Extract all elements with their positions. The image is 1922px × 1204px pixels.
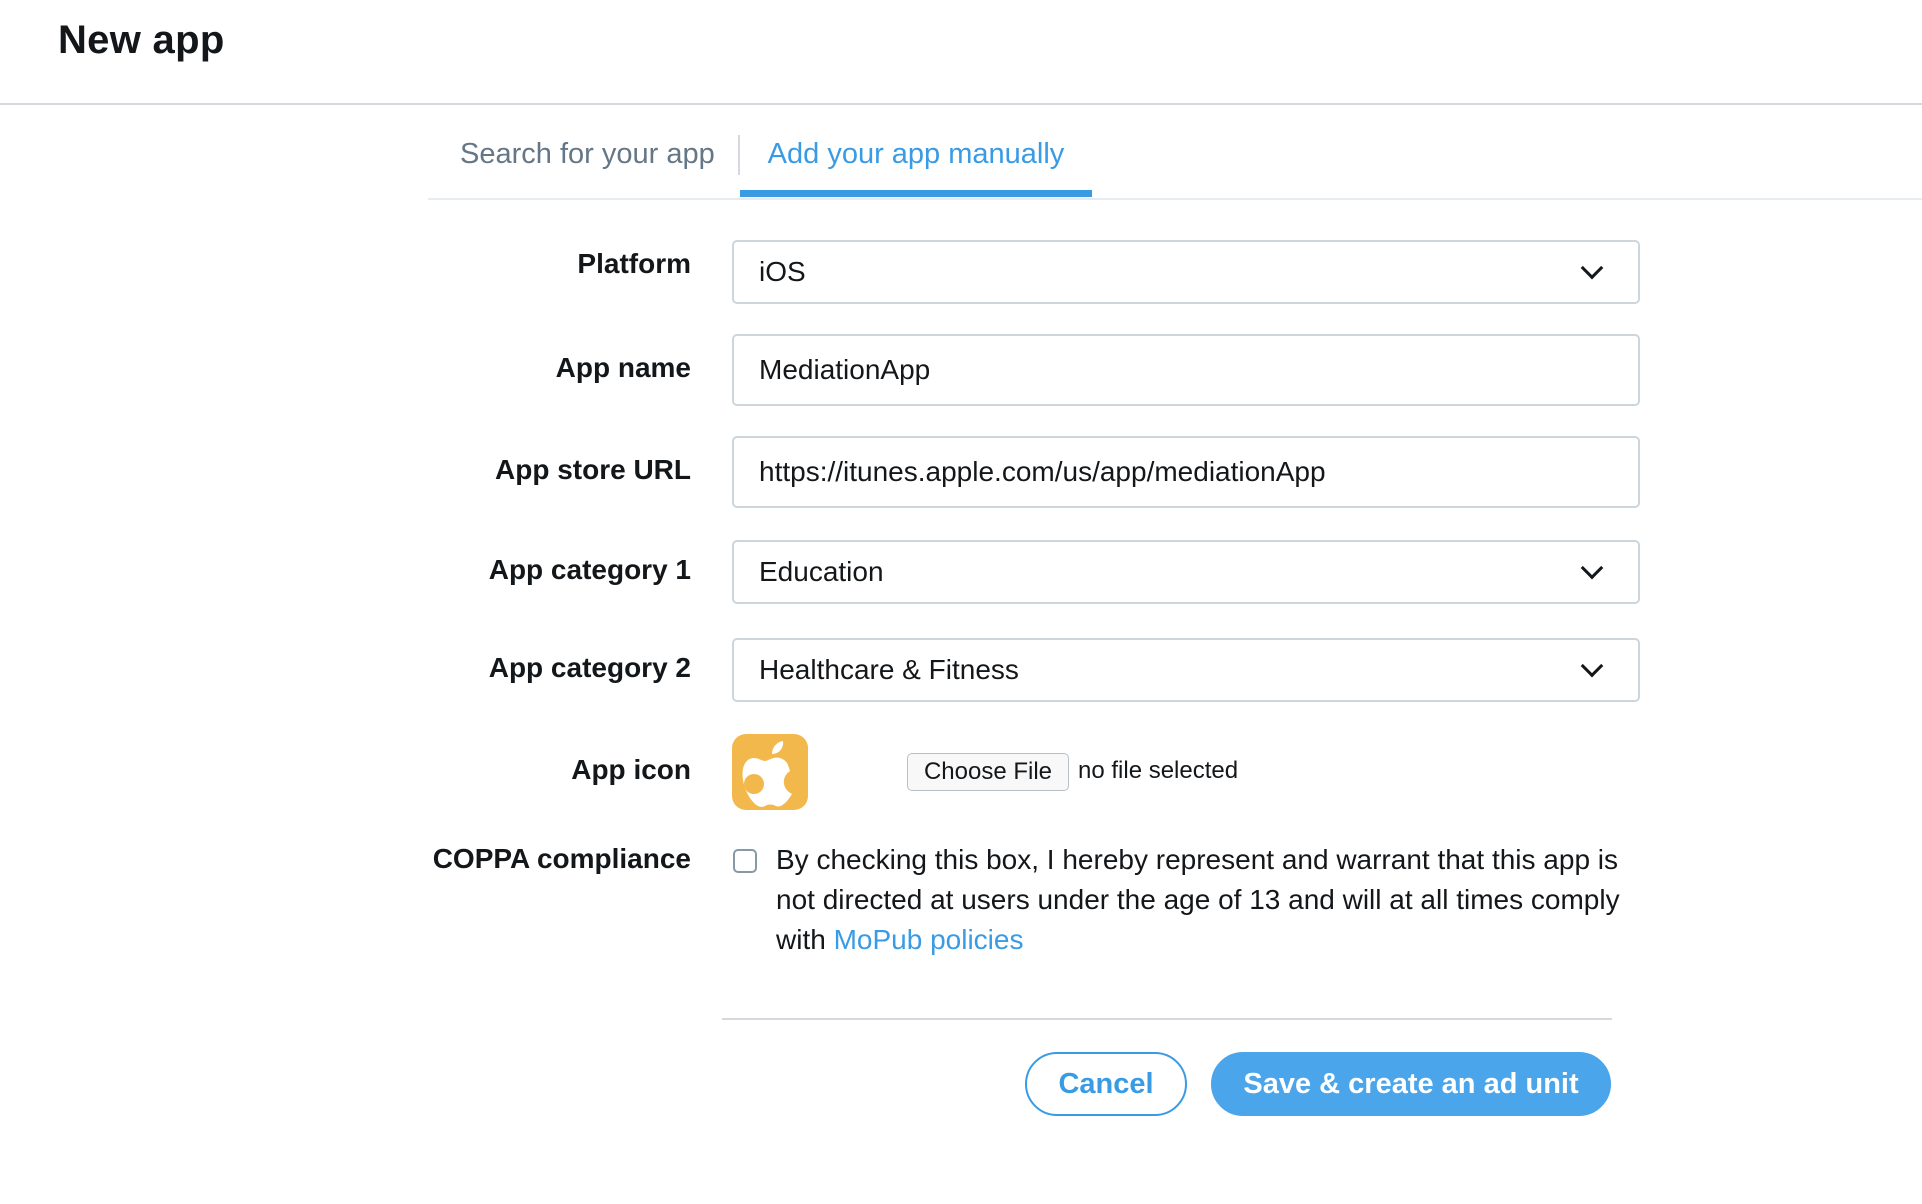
app-name-label: App name bbox=[555, 352, 691, 383]
app-store-url-input[interactable]: https://itunes.apple.com/us/app/mediatio… bbox=[732, 436, 1640, 508]
app-category-2-select-value: Healthcare & Fitness bbox=[759, 654, 1019, 685]
tab-add-your-app-manually[interactable]: Add your app manually bbox=[740, 108, 1092, 200]
file-status-text: no file selected bbox=[1078, 757, 1239, 784]
save-create-ad-unit-button[interactable]: Save & create an ad unit bbox=[1211, 1052, 1611, 1116]
choose-file-button[interactable]: Choose File bbox=[907, 753, 1069, 791]
app-category-1-select-value: Education bbox=[759, 556, 884, 587]
cancel-button[interactable]: Cancel bbox=[1025, 1052, 1187, 1116]
app-store-url-input-value: https://itunes.apple.com/us/app/mediatio… bbox=[759, 456, 1326, 487]
apple-logo-icon bbox=[742, 741, 792, 807]
platform-select[interactable]: iOS bbox=[732, 240, 1640, 304]
app-name-input-value: MediationApp bbox=[759, 354, 931, 385]
platform-select-value: iOS bbox=[759, 256, 806, 287]
page-title: New app bbox=[58, 18, 225, 62]
app-category-2-label: App category 2 bbox=[488, 652, 691, 683]
app-name-input[interactable]: MediationApp bbox=[732, 334, 1640, 406]
chevron-down-icon bbox=[1580, 556, 1604, 580]
footer-divider bbox=[722, 1018, 1612, 1020]
app-category-1-label: App category 1 bbox=[488, 554, 691, 585]
app-icon-preview bbox=[732, 734, 808, 810]
app-icon-label: App icon bbox=[571, 754, 691, 785]
tab-search-for-your-app[interactable]: Search for your app bbox=[460, 108, 715, 200]
chevron-down-icon bbox=[1580, 654, 1604, 678]
coppa-checkbox[interactable] bbox=[733, 849, 757, 873]
app-category-1-select[interactable]: Education bbox=[732, 540, 1640, 604]
coppa-description: By checking this box, I hereby represent… bbox=[776, 840, 1646, 960]
coppa-compliance-label: COPPA compliance bbox=[432, 843, 691, 874]
active-tab-indicator bbox=[740, 190, 1092, 197]
tab-bar: Search for your app Add your app manuall… bbox=[428, 108, 1922, 200]
platform-label: Platform bbox=[577, 248, 691, 279]
page-header: New app bbox=[0, 0, 1922, 105]
app-store-url-label: App store URL bbox=[495, 454, 691, 485]
mopub-policies-link[interactable]: MoPub policies bbox=[834, 924, 1024, 955]
app-category-2-select[interactable]: Healthcare & Fitness bbox=[732, 638, 1640, 702]
chevron-down-icon bbox=[1580, 256, 1604, 280]
